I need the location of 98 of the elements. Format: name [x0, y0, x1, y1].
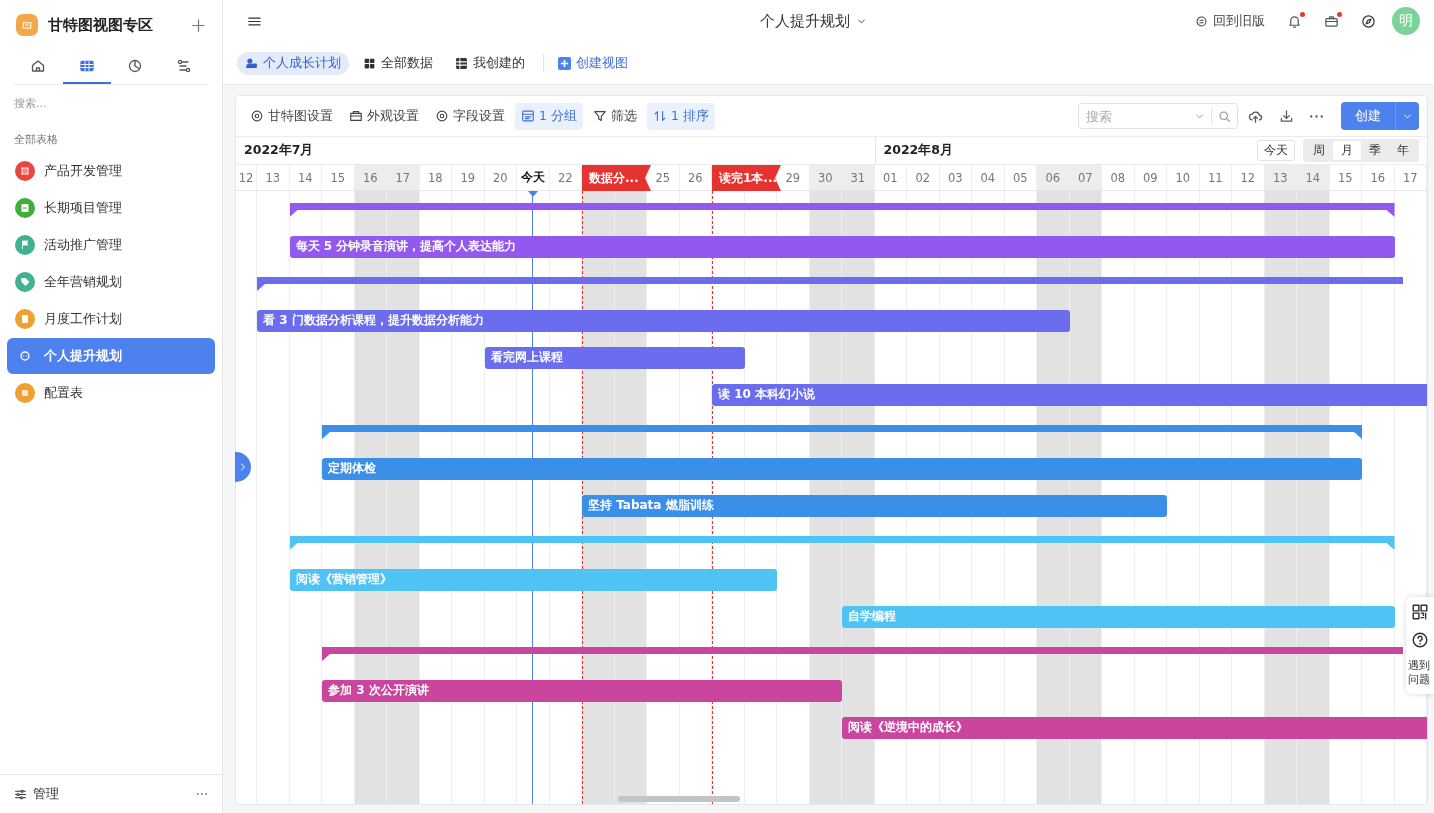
search-field[interactable]: 搜索 [1078, 103, 1238, 129]
sidebar-item[interactable]: 配置表 [7, 375, 215, 411]
day-label: 20 [484, 165, 517, 191]
day-label: 15 [1329, 165, 1362, 191]
workspace-title: 甘特图视图专区 [48, 15, 154, 35]
sidebar-item[interactable]: 个人提升规划 [7, 338, 215, 374]
section-label: 全部表格 [14, 132, 59, 147]
toolbar-button[interactable]: 甘特图设置 [244, 102, 339, 130]
day-label: 07 [1069, 165, 1102, 191]
old-version-link[interactable]: 回到旧版 [1195, 12, 1265, 30]
flow-icon [175, 58, 192, 74]
day-label: 13 [1264, 165, 1297, 191]
milestone-flag[interactable]: 读完1本... [712, 165, 781, 191]
box-icon [349, 109, 363, 123]
add-icon [191, 17, 206, 33]
day-label: 13 [257, 165, 290, 191]
month-label: 2022年7月 [244, 142, 315, 159]
qr-code-icon [1411, 603, 1429, 621]
table-icon [521, 109, 535, 123]
day-label: 06 [1037, 165, 1070, 191]
day-label: 10 [1167, 165, 1200, 191]
day-label: 31 [842, 165, 875, 191]
day-label: 16 [1362, 165, 1395, 191]
users-icon [245, 56, 258, 70]
sidebar-item[interactable]: 全年营销规划 [7, 264, 215, 300]
day-label: 17 [1394, 165, 1427, 191]
scale-tab[interactable]: 年 [1389, 141, 1417, 160]
toolbar-button[interactable]: 外观设置 [343, 102, 425, 130]
day-label: 16 [354, 165, 387, 191]
today-button[interactable]: 今天 [1257, 140, 1295, 161]
toolbar-button[interactable]: 1 排序 [646, 102, 715, 130]
day-label: 今天 [517, 165, 550, 191]
search-field[interactable]: 搜索... [14, 97, 194, 110]
view-tab[interactable]: 我创建的 [447, 51, 533, 75]
create-view-link[interactable]: 创建视图 [554, 51, 632, 75]
day-label: 09 [1134, 165, 1167, 191]
scale-tab[interactable]: 周 [1305, 141, 1333, 160]
horizontal-scrollbar[interactable] [618, 796, 740, 802]
sidebar-item[interactable]: 月度工作计划 [7, 301, 215, 337]
sidebar-item[interactable]: 产品开发管理 [7, 153, 215, 189]
grid-icon [78, 58, 95, 74]
scale-tab[interactable]: 季 [1361, 141, 1389, 160]
manage-label[interactable]: 管理 [33, 785, 59, 803]
day-label: 01 [874, 165, 907, 191]
task-bar[interactable]: 参加 3 次公开演讲 [322, 679, 842, 702]
bell-icon [1287, 13, 1302, 29]
day-label: 15 [322, 165, 355, 191]
filter-icon [592, 109, 607, 123]
compass-icon [1361, 13, 1376, 29]
app-logo-icon [16, 14, 38, 36]
day-label: 14 [289, 165, 322, 191]
sidebar-item[interactable]: 活动推广管理 [7, 227, 215, 263]
day-label: 04 [972, 165, 1005, 191]
day-label: 12 [236, 165, 257, 191]
search-icon [1218, 109, 1231, 123]
view-tab[interactable]: 个人成长计划 [237, 51, 349, 75]
scale-tab[interactable]: 月 [1333, 141, 1361, 160]
day-label: 11 [1199, 165, 1232, 191]
create-button[interactable]: 创建 [1341, 102, 1419, 130]
day-label: 19 [452, 165, 485, 191]
task-bar[interactable]: 看完网上课程 [484, 346, 745, 369]
expand-handle[interactable] [235, 452, 251, 482]
sort-icon [652, 109, 667, 123]
sidebar-item[interactable]: 长期项目管理 [7, 190, 215, 226]
day-label: 02 [907, 165, 940, 191]
home-icon [30, 58, 47, 74]
download-icon [1279, 108, 1294, 124]
view-tab[interactable]: 全部数据 [355, 51, 441, 75]
briefcase-icon [1324, 13, 1339, 29]
page-title[interactable]: 个人提升规划 [760, 11, 850, 31]
help-label[interactable]: 遇到问题 [1408, 659, 1432, 688]
task-bar[interactable]: 阅读《逆境中的成长》 [842, 716, 1427, 739]
task-bar[interactable]: 读 10 本科幻小说 [712, 383, 1427, 406]
day-label: 17 [387, 165, 420, 191]
toolbar-button[interactable]: 字段设置 [429, 102, 511, 130]
table-icon [455, 56, 468, 70]
gear-icon [250, 109, 264, 123]
help-icon [1411, 631, 1429, 649]
day-label: 12 [1232, 165, 1265, 191]
day-label: 03 [939, 165, 972, 191]
task-bar[interactable]: 每天 5 分钟录音演讲，提高个人表达能力 [289, 235, 1395, 258]
clock-icon [127, 58, 144, 74]
day-label: 30 [809, 165, 842, 191]
task-bar[interactable]: 看 3 门数据分析课程，提升数据分析能力 [257, 309, 1070, 332]
upload-icon [1248, 108, 1263, 124]
toolbar-button[interactable]: 筛选 [586, 102, 643, 130]
swap-icon [1195, 14, 1208, 28]
toolbar-button[interactable]: 1 分组 [515, 102, 583, 130]
month-label: 2022年8月 [883, 142, 954, 159]
grid-icon [363, 56, 376, 70]
more-icon [1310, 114, 1323, 118]
sliders-icon [14, 787, 27, 801]
day-label: 08 [1102, 165, 1135, 191]
day-label: 14 [1297, 165, 1330, 191]
day-label: 18 [419, 165, 452, 191]
milestone-flag[interactable]: 数据分... [582, 165, 651, 191]
gear-icon [435, 109, 449, 123]
plus-icon [558, 56, 571, 70]
